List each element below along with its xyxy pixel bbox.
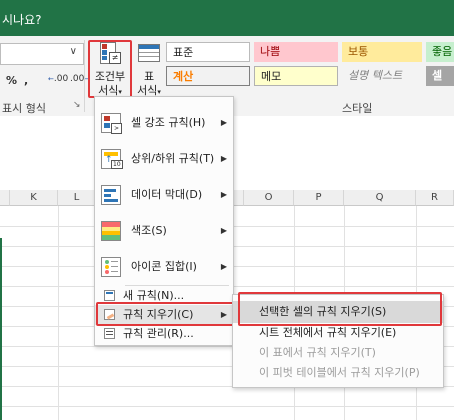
column-header-p[interactable]: P	[294, 190, 344, 206]
column-header-o[interactable]: O	[244, 190, 294, 206]
submenu-item-clear-sheet[interactable]: 시트 전체에서 규칙 지우기(E)	[233, 323, 443, 343]
style-calculation[interactable]: 계산	[166, 66, 250, 86]
styles-group-label: 스타일	[342, 102, 373, 115]
top-bottom-icon: ↑ 10	[101, 149, 123, 169]
table-icon	[138, 44, 160, 62]
selection-border	[0, 238, 2, 420]
menu-divider	[125, 285, 229, 286]
number-format-dropdown[interactable]: ∨	[0, 43, 84, 65]
column-header-partial[interactable]	[0, 190, 10, 206]
highlight-box-conditional-format	[88, 40, 132, 98]
column-line	[58, 206, 59, 420]
column-header-r[interactable]: R	[416, 190, 454, 206]
style-bad[interactable]: 나쁨	[254, 42, 338, 62]
menu-item-top-bottom-rules[interactable]: ↑ 10 상위/하위 규칙(T) ▶	[95, 141, 233, 177]
comma-style-button[interactable]: ,	[24, 74, 28, 87]
menu-item-data-bars[interactable]: 데이터 막대(D) ▶	[95, 177, 233, 213]
highlight-box-clear-selected	[238, 292, 442, 326]
highlight-rules-icon: >	[101, 113, 122, 134]
chevron-down-icon: ∨	[69, 46, 77, 57]
style-note[interactable]: 메모	[254, 66, 338, 86]
submenu-arrow-icon: ▶	[220, 226, 227, 235]
submenu-arrow-icon: ▶	[220, 190, 227, 199]
menu-item-icon-sets[interactable]: 아이콘 집합(I) ▶	[95, 249, 233, 285]
manage-rules-icon	[104, 328, 115, 339]
menu-item-highlight-rules[interactable]: > 셀 강조 규칙(H) ▶	[95, 105, 233, 141]
style-normal[interactable]: 표준	[166, 42, 250, 62]
submenu-arrow-icon: ▶	[220, 262, 227, 271]
color-scales-icon	[101, 221, 121, 241]
style-check-cell[interactable]: 셀 확	[426, 66, 454, 86]
title-text: 시나요?	[2, 13, 42, 27]
group-divider	[84, 40, 85, 112]
style-explanatory[interactable]: 설명 텍스트	[342, 66, 422, 86]
title-bar: 시나요?	[0, 0, 454, 36]
icon-sets-icon	[101, 257, 121, 277]
submenu-arrow-icon: ▶	[220, 118, 227, 127]
number-group-label: 표시 형식	[2, 102, 46, 115]
submenu-arrow-icon: ▶	[220, 154, 227, 163]
column-header-q[interactable]: Q	[344, 190, 416, 206]
format-as-table-button[interactable]: 표 서식▾	[134, 40, 164, 98]
submenu-item-clear-table: 이 표에서 규칙 지우기(T)	[259, 346, 376, 359]
new-rule-icon	[104, 290, 115, 301]
style-good[interactable]: 좋음	[426, 42, 454, 62]
style-neutral[interactable]: 보통	[342, 42, 422, 62]
highlight-box-clear-rules	[96, 302, 236, 326]
row-line	[0, 406, 454, 407]
data-bars-icon	[101, 185, 121, 205]
dialog-launcher-icon[interactable]: ↘	[73, 100, 81, 110]
column-header-l[interactable]: L	[58, 190, 96, 206]
submenu-item-clear-pivot: 이 피벗 테이블에서 규칙 지우기(P)	[259, 366, 420, 379]
percent-style-button[interactable]: %	[6, 74, 17, 87]
increase-decimal-button[interactable]: ←.00	[48, 74, 68, 84]
menu-item-color-scales[interactable]: 색조(S) ▶	[95, 213, 233, 249]
menu-item-manage-rules[interactable]: 규칙 관리(R)...	[95, 325, 233, 343]
column-header-k[interactable]: K	[10, 190, 58, 206]
